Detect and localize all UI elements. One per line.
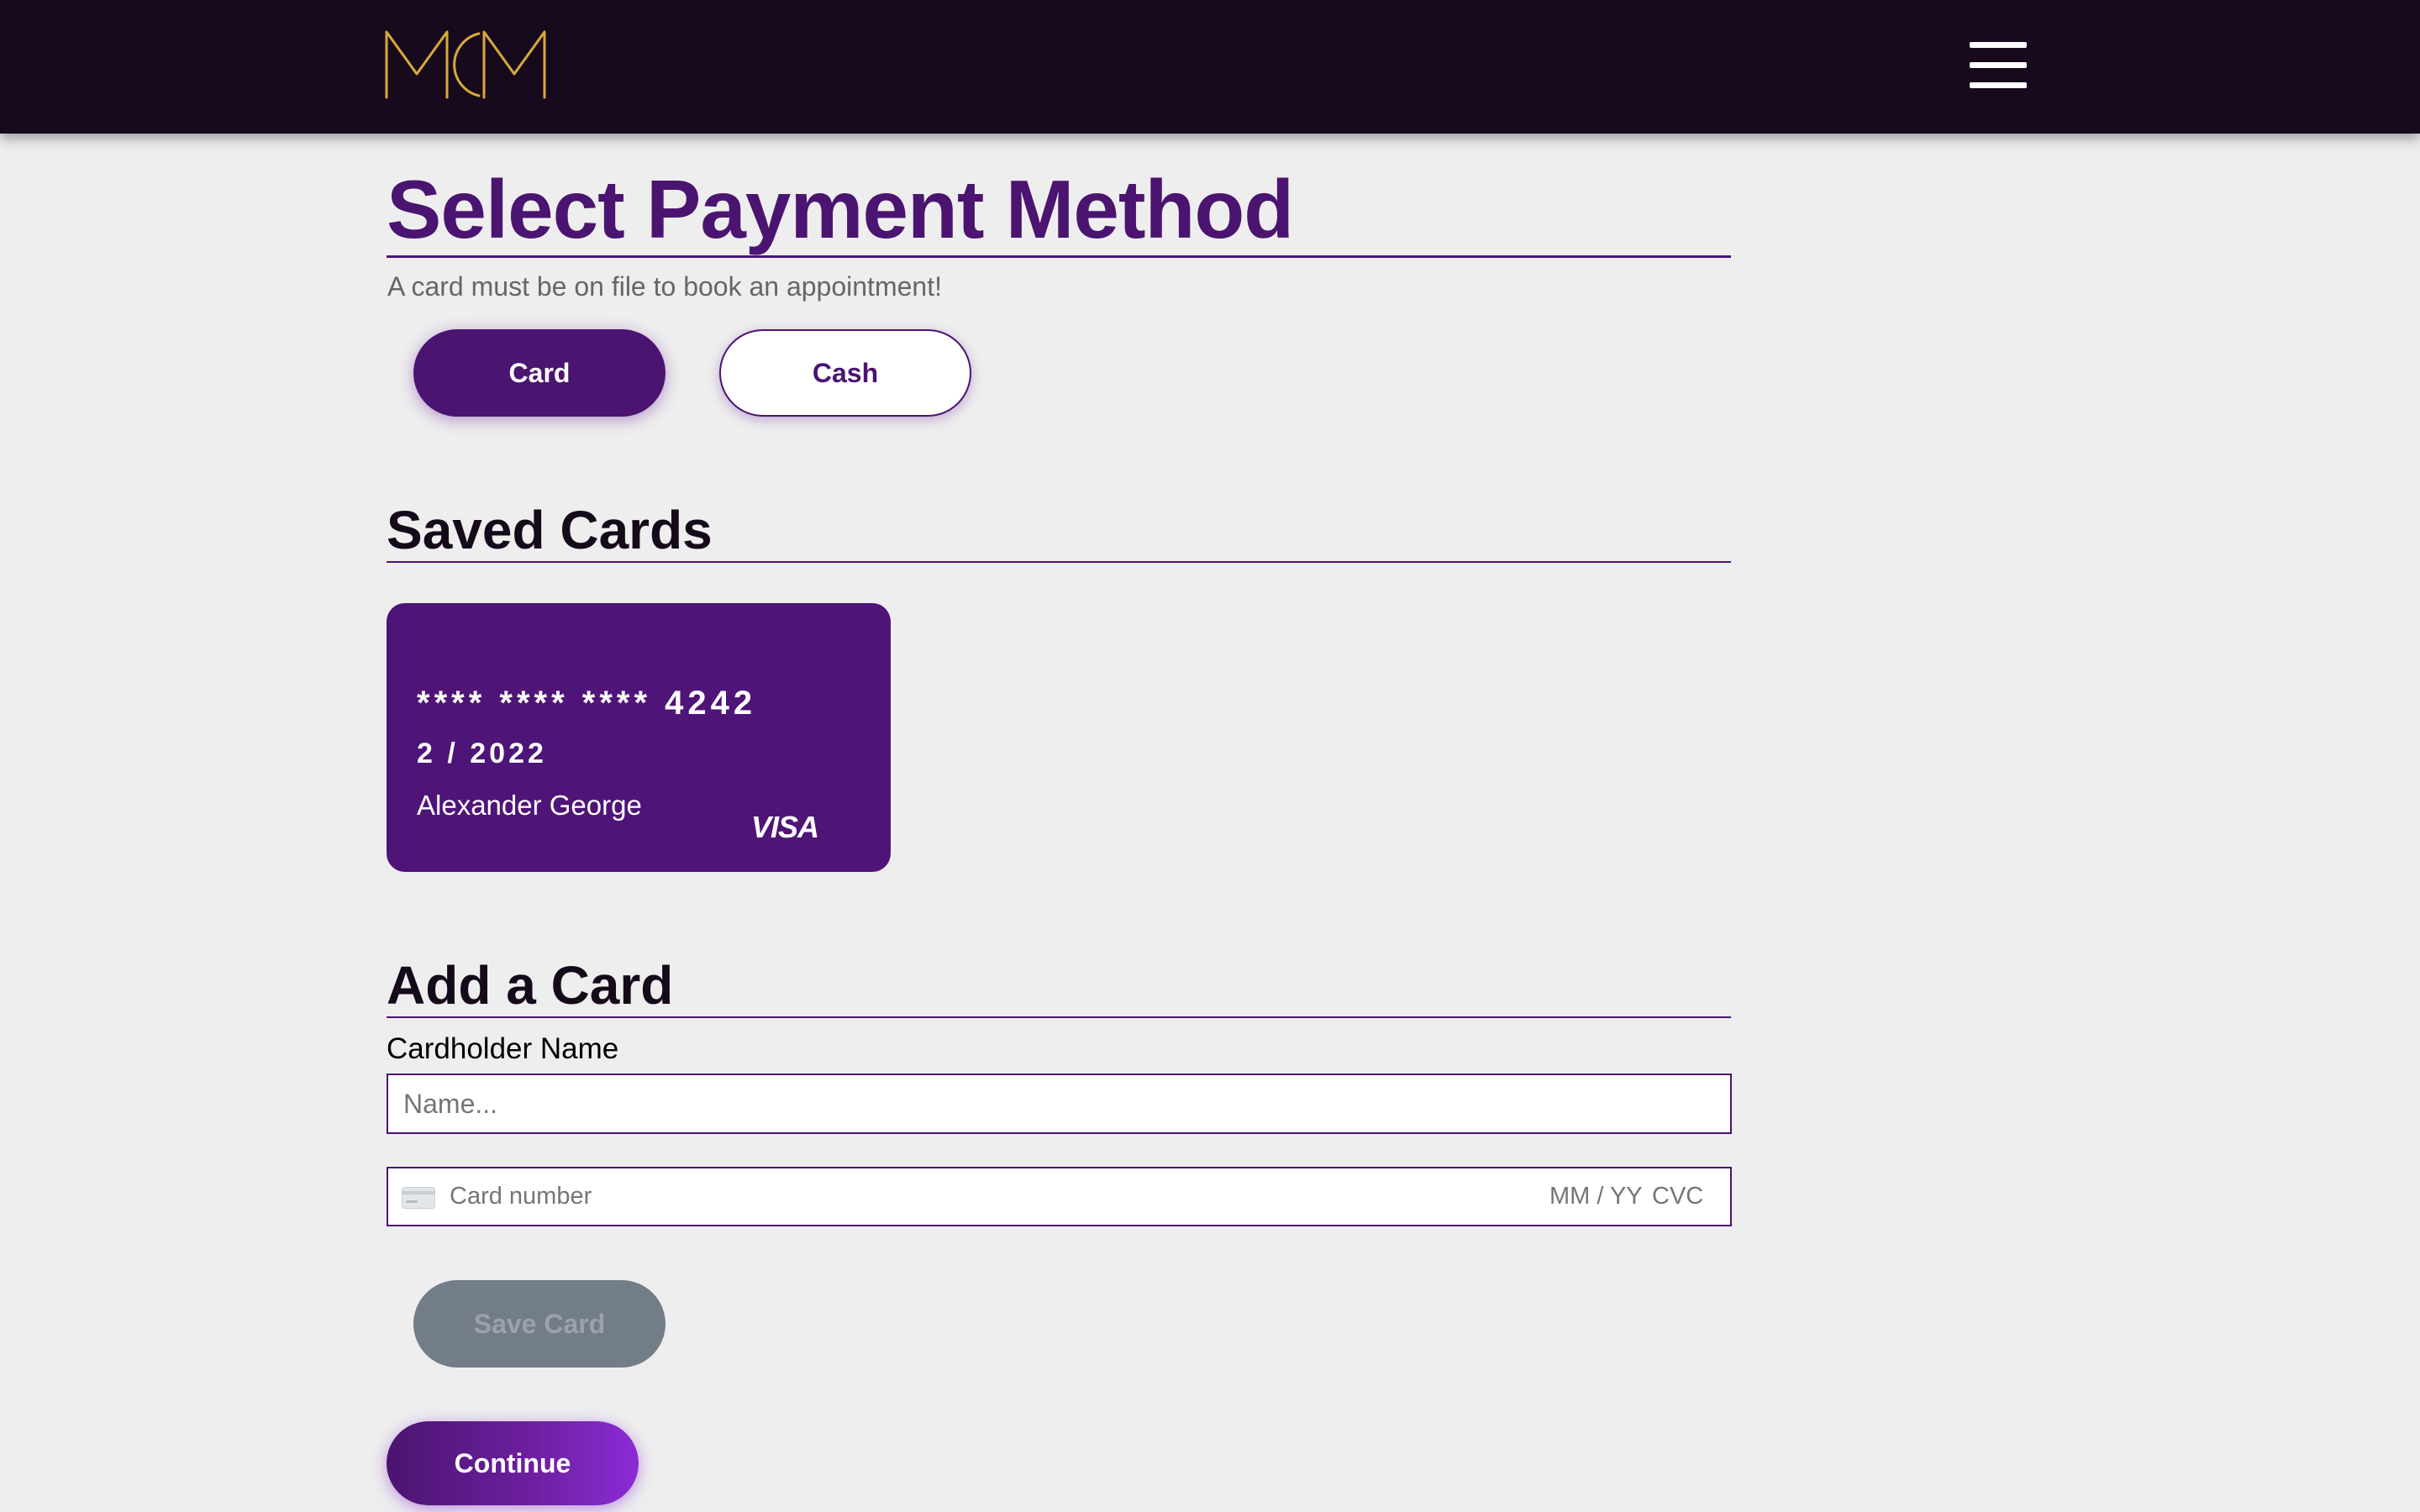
top-navigation-bar [0, 0, 2420, 134]
credit-card-icon [402, 1187, 435, 1209]
cardholder-name-input[interactable] [387, 1074, 1732, 1134]
card-cvc-placeholder: CVC [1652, 1183, 1704, 1210]
card-expiry: 2 / 2022 [417, 738, 547, 769]
payment-requirement-note: A card must be on file to book an appoin… [387, 271, 942, 302]
card-method-button[interactable]: Card [413, 329, 666, 417]
hamburger-menu-icon[interactable] [1970, 39, 2027, 92]
card-expiry-placeholder: MM / YY [1549, 1183, 1643, 1210]
menu-line [1970, 62, 2027, 68]
cardholder-name-label: Cardholder Name [387, 1032, 619, 1065]
save-card-button[interactable]: Save Card [413, 1280, 666, 1368]
card-number-placeholder: Card number [450, 1183, 592, 1210]
page-title: Select Payment Method [387, 167, 1731, 258]
saved-cards-heading: Saved Cards [387, 501, 1731, 563]
card-details-input[interactable]: Card number MM / YY CVC [387, 1167, 1732, 1226]
saved-card[interactable]: **** **** **** 4242 2 / 2022 Alexander G… [387, 603, 891, 872]
continue-button[interactable]: Continue [387, 1421, 639, 1505]
menu-line [1970, 42, 2027, 48]
cash-method-button[interactable]: Cash [719, 329, 971, 417]
add-card-heading: Add a Card [387, 956, 1731, 1018]
card-number: **** **** **** 4242 [417, 685, 757, 722]
menu-line [1970, 82, 2027, 88]
visa-logo-icon: VISA [751, 810, 819, 844]
card-holder-name: Alexander George [417, 790, 642, 821]
mcm-logo[interactable] [385, 30, 548, 99]
